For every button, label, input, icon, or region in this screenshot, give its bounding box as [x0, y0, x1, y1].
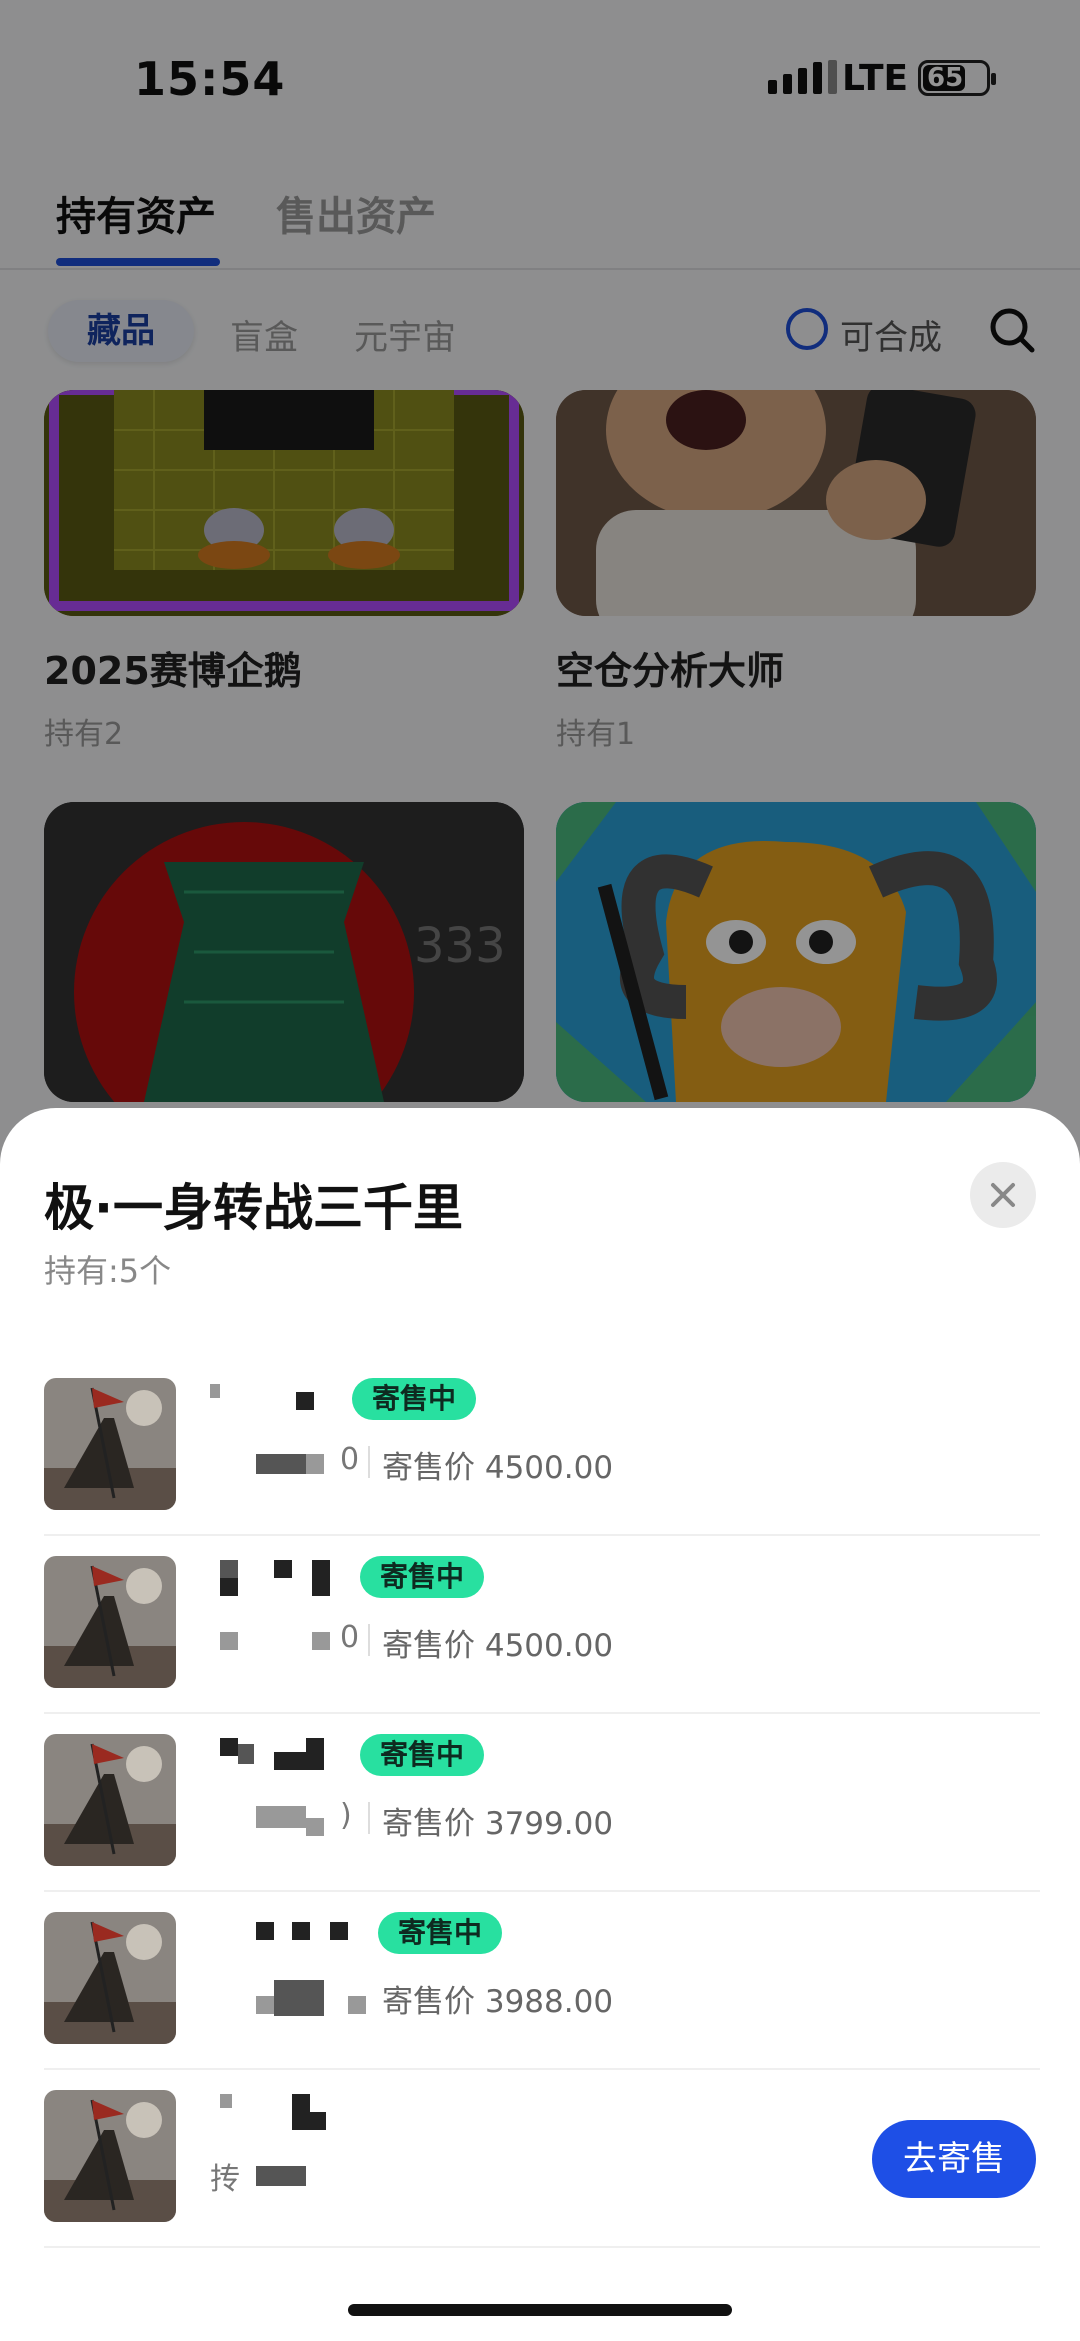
holding-thumbnail: [44, 1734, 176, 1866]
holding-thumbnail: [44, 1556, 176, 1688]
holding-thumbnail: [44, 2090, 176, 2222]
consign-price: 寄售价 4500.00: [382, 1450, 614, 1486]
consign-price: 寄售价 3988.00: [382, 1984, 614, 2020]
consign-price: 寄售价 3799.00: [382, 1806, 614, 1842]
home-indicator[interactable]: [348, 2304, 732, 2316]
status-badge: 寄售中: [352, 1378, 477, 1420]
close-button[interactable]: [970, 1162, 1036, 1228]
holding-row[interactable]: 寄售中 寄售价 3988.00: [44, 1892, 1040, 2070]
sheet-subtitle: 持有:5个: [44, 1252, 172, 1290]
status-badge: 寄售中: [360, 1734, 485, 1776]
row-partial-text: 抟: [210, 2162, 240, 2197]
holding-row[interactable]: 寄售中 0 寄售价 4500.00: [44, 1358, 1040, 1536]
holding-row[interactable]: 寄售中 0 寄售价 4500.00: [44, 1536, 1040, 1714]
consign-button[interactable]: 去寄售: [872, 2120, 1036, 2198]
row-partial-text: ): [340, 1798, 352, 1833]
consign-price: 寄售价 4500.00: [382, 1628, 614, 1664]
close-icon: [991, 1183, 1015, 1207]
sheet-title: 极·一身转战三千里: [44, 1179, 463, 1237]
status-badge: 寄售中: [360, 1556, 485, 1598]
row-partial-text: 0: [340, 1442, 360, 1477]
row-partial-text: 0: [340, 1620, 360, 1655]
status-badge: 寄售中: [378, 1912, 503, 1954]
holding-thumbnail: [44, 1378, 176, 1510]
holding-thumbnail: [44, 1912, 176, 2044]
holding-row[interactable]: 寄售中 ) 寄售价 3799.00: [44, 1714, 1040, 1892]
